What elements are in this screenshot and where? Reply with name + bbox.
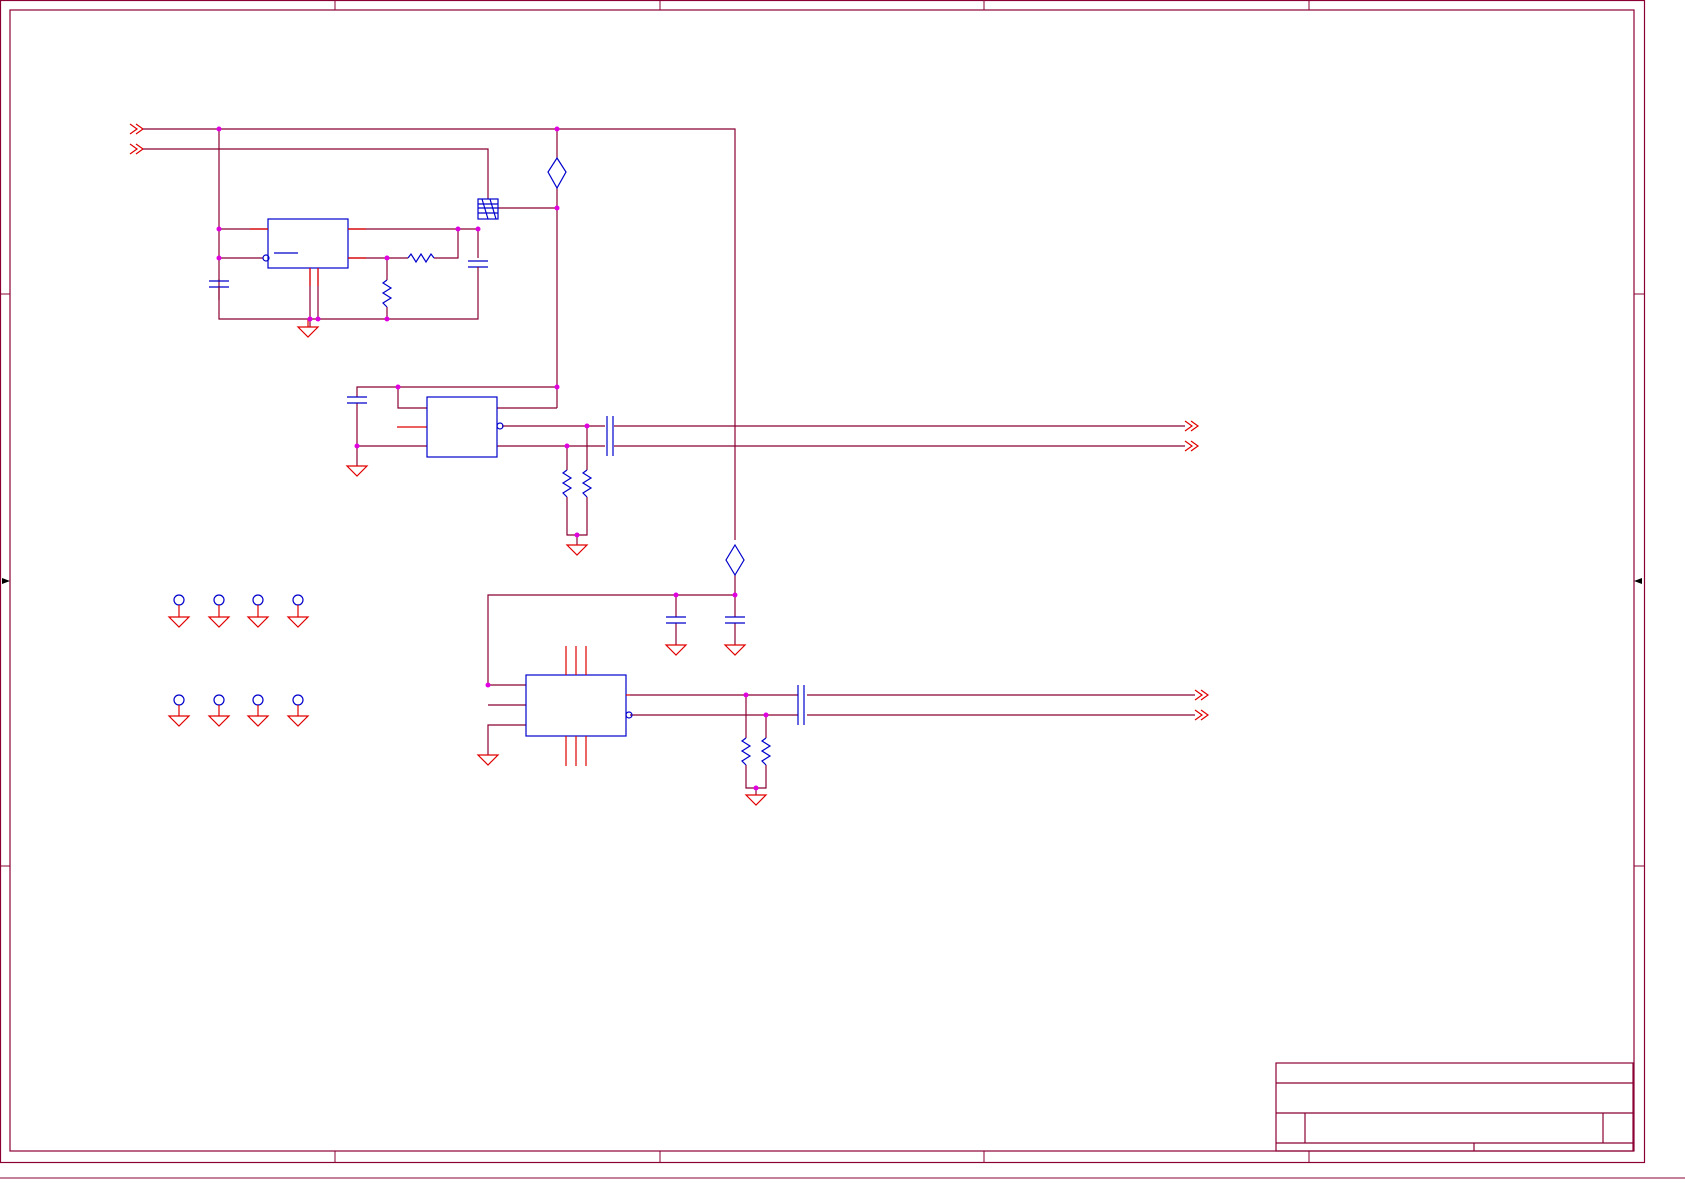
lower-coupling-capacitors: [797, 685, 805, 725]
upper-buffer-ground: [345, 465, 589, 556]
lower-power-wires: [487, 575, 1195, 795]
test-point-1: [167, 594, 191, 628]
test-point-8: [286, 694, 310, 727]
test-point-5: [167, 694, 191, 727]
drawing-frame: [0, 0, 1685, 1179]
title-block: [1275, 1062, 1634, 1152]
feedback-resistor-horizontal: [407, 252, 435, 264]
lower-buffer-ground: [476, 754, 768, 806]
upper-buffer-wires: [356, 386, 1185, 545]
regulator-ground: [296, 319, 320, 338]
test-point-2: [207, 594, 231, 628]
feedback-resistor-vertical: [381, 279, 393, 308]
junction-dots: [216, 126, 769, 791]
upper-buffer-ic: [426, 396, 504, 458]
power-input-ports: [129, 123, 145, 155]
fuse-lower-icon: [725, 543, 745, 577]
fuse-upper-icon: [547, 156, 567, 190]
upper-wires: [143, 128, 736, 540]
ferrite-connector: [477, 198, 499, 220]
test-point-7: [246, 694, 270, 727]
output-capacitor: [468, 260, 488, 281]
lower-decoupling-capacitors: [664, 616, 747, 656]
upper-buffer-capacitor: [347, 396, 367, 404]
upper-output-ports: [1184, 420, 1200, 452]
test-point-6: [207, 694, 231, 727]
test-point-3: [246, 594, 270, 628]
lower-output-ports: [1194, 689, 1210, 721]
test-point-4: [286, 594, 310, 628]
regulator-ic: [250, 218, 366, 286]
schematic-canvas: [0, 0, 1685, 1179]
test-points: [167, 594, 310, 727]
upper-coupling-capacitors: [606, 416, 614, 456]
lower-termination-resistors: [740, 737, 772, 766]
lower-buffer-ic: [525, 646, 633, 766]
upper-termination-resistors: [561, 469, 593, 498]
